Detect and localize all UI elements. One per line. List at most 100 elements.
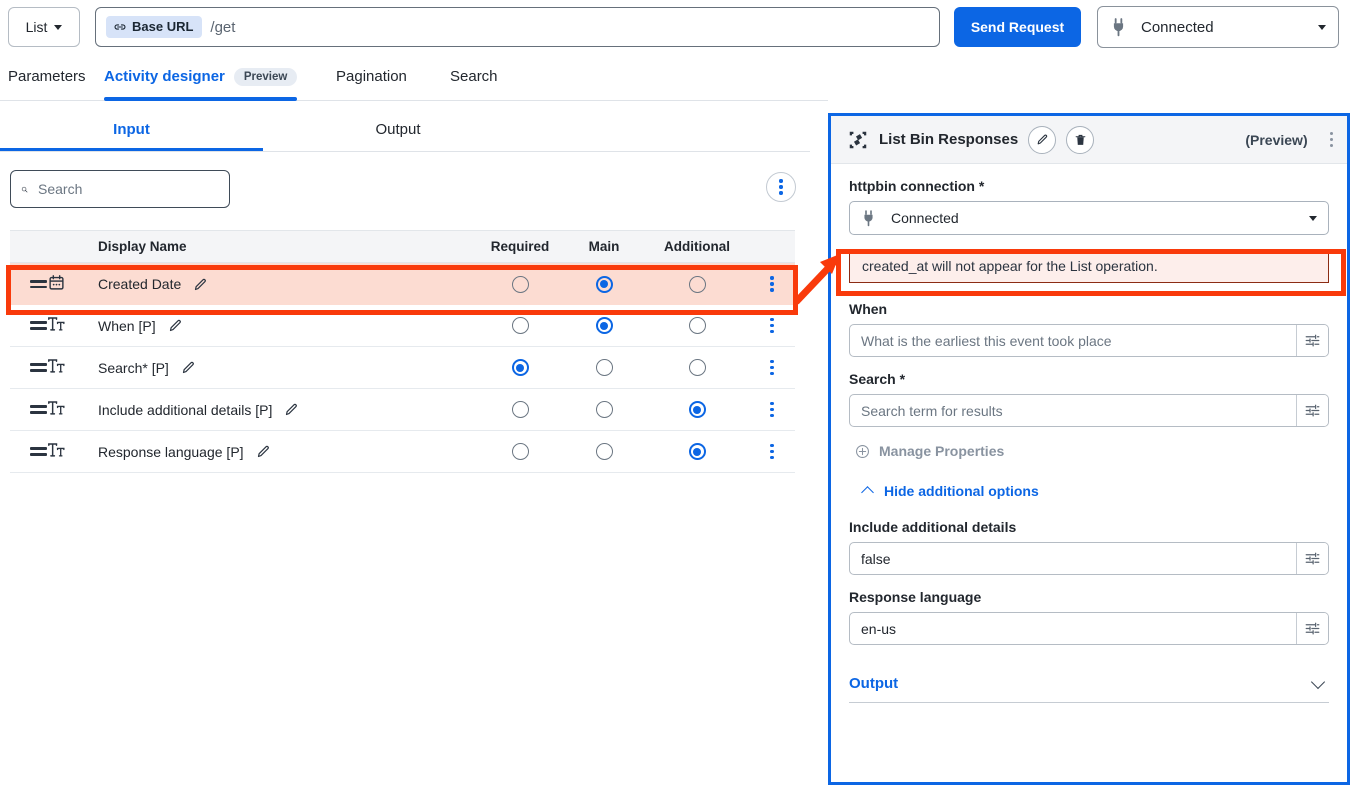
table-row[interactable]: Created Date [10,263,795,305]
output-section-toggle[interactable]: Output [849,675,1329,703]
row-additional-cell [645,443,749,461]
when-input[interactable] [850,325,1296,356]
drag-handle-icon [30,405,48,413]
base-url-chip[interactable]: Base URL [106,16,202,38]
connection-select[interactable]: Connected [1097,6,1339,48]
chevron-down-icon [1311,674,1325,688]
row-name-cell: Include additional details [P] [78,402,477,418]
url-input-bar[interactable]: Base URL /get [95,7,940,47]
radio-main[interactable] [596,317,613,334]
radio-required[interactable] [512,359,529,376]
drag-handle-icon [30,321,48,329]
tab-search[interactable]: Search [450,58,498,101]
tab-activity-designer[interactable]: Activity designer Preview [104,58,297,101]
radio-additional[interactable] [689,317,706,334]
tab-parameters[interactable]: Parameters [8,58,86,101]
row-drag-handle[interactable] [10,447,48,455]
include-details-options-button[interactable] [1296,543,1328,574]
tab-input[interactable]: Input [0,107,263,152]
include-details-input[interactable] [850,543,1296,574]
search-field-label: Search * [849,371,1329,387]
connection-field-group: httpbin connection * Connected [849,178,1329,235]
radio-additional[interactable] [689,401,706,418]
trash-icon [1074,133,1087,147]
row-name-cell: Created Date [78,276,477,292]
delete-activity-button[interactable] [1066,126,1094,154]
activity-icon [847,129,869,151]
radio-required[interactable] [512,401,529,418]
include-details-field[interactable] [849,542,1329,575]
row-drag-handle[interactable] [10,280,48,288]
row-more-vertical-icon[interactable] [749,360,795,375]
radio-additional[interactable] [689,276,706,293]
row-main-cell [563,317,645,335]
edit-pencil-icon[interactable] [284,402,299,417]
row-drag-handle[interactable] [10,405,48,413]
hide-additional-options-label: Hide additional options [884,483,1039,499]
row-drag-handle[interactable] [10,363,48,371]
search-input[interactable] [38,181,219,197]
table-row[interactable]: Search* [P] [10,347,795,389]
radio-additional[interactable] [689,443,706,460]
edit-pencil-icon[interactable] [193,277,208,292]
row-more-vertical-icon[interactable] [749,444,795,459]
table-row[interactable]: When [P] [10,305,795,347]
response-language-input[interactable] [850,613,1296,644]
row-main-cell [563,443,645,461]
search-field-options-button[interactable] [1296,395,1328,426]
send-request-button[interactable]: Send Request [954,7,1081,47]
radio-main[interactable] [596,443,613,460]
table-row[interactable]: Response language [P] [10,431,795,473]
radio-required[interactable] [512,443,529,460]
active-tab-underline [104,97,297,101]
tab-input-label: Input [113,121,150,138]
tab-parameters-label: Parameters [8,68,86,85]
row-more-vertical-icon[interactable] [749,276,795,291]
search-field[interactable] [10,170,230,208]
drag-handle-icon [30,447,48,455]
row-required-cell [477,443,563,461]
row-name-cell: Response language [P] [78,444,477,460]
radio-main[interactable] [596,359,613,376]
more-vertical-icon [779,179,782,194]
column-header-additional: Additional [645,239,749,254]
panel-search-input[interactable] [850,395,1296,426]
edit-activity-button[interactable] [1028,126,1056,154]
row-additional-cell [645,317,749,335]
row-main-cell [563,275,645,293]
manage-properties-label: Manage Properties [879,443,1004,459]
table-options-menu-button[interactable] [766,172,796,202]
top-toolbar: List Base URL /get Send Request Connecte… [0,0,1358,54]
radio-main[interactable] [596,401,613,418]
when-field[interactable] [849,324,1329,357]
operation-select[interactable]: List [8,7,80,47]
table-row[interactable]: Include additional details [P] [10,389,795,431]
tab-pagination[interactable]: Pagination [336,58,407,101]
when-field-options-button[interactable] [1296,325,1328,356]
activity-panel-body: httpbin connection * Connected created_a… [831,164,1347,703]
edit-pencil-icon[interactable] [256,444,271,459]
row-required-cell [477,317,563,335]
manage-properties-button[interactable]: Manage Properties [855,443,1329,459]
tab-output[interactable]: Output [263,107,533,152]
edit-pencil-icon[interactable] [168,318,183,333]
radio-main[interactable] [596,276,613,293]
panel-connection-select[interactable]: Connected [849,201,1329,235]
row-additional-cell [645,359,749,377]
radio-required[interactable] [512,276,529,293]
radio-additional[interactable] [689,359,706,376]
row-more-vertical-icon[interactable] [749,402,795,417]
tab-output-label: Output [375,121,420,138]
row-type-icon-cell [48,443,78,460]
response-language-options-button[interactable] [1296,613,1328,644]
edit-pencil-icon[interactable] [181,360,196,375]
hide-additional-options-button[interactable]: Hide additional options [863,483,1329,499]
row-more-vertical-icon[interactable] [749,318,795,333]
radio-required[interactable] [512,317,529,334]
row-display-name: Response language [P] [98,444,244,460]
row-drag-handle[interactable] [10,321,48,329]
response-language-field[interactable] [849,612,1329,645]
drag-handle-icon [30,280,48,288]
panel-more-vertical-icon[interactable] [1330,132,1333,147]
panel-search-field[interactable] [849,394,1329,427]
